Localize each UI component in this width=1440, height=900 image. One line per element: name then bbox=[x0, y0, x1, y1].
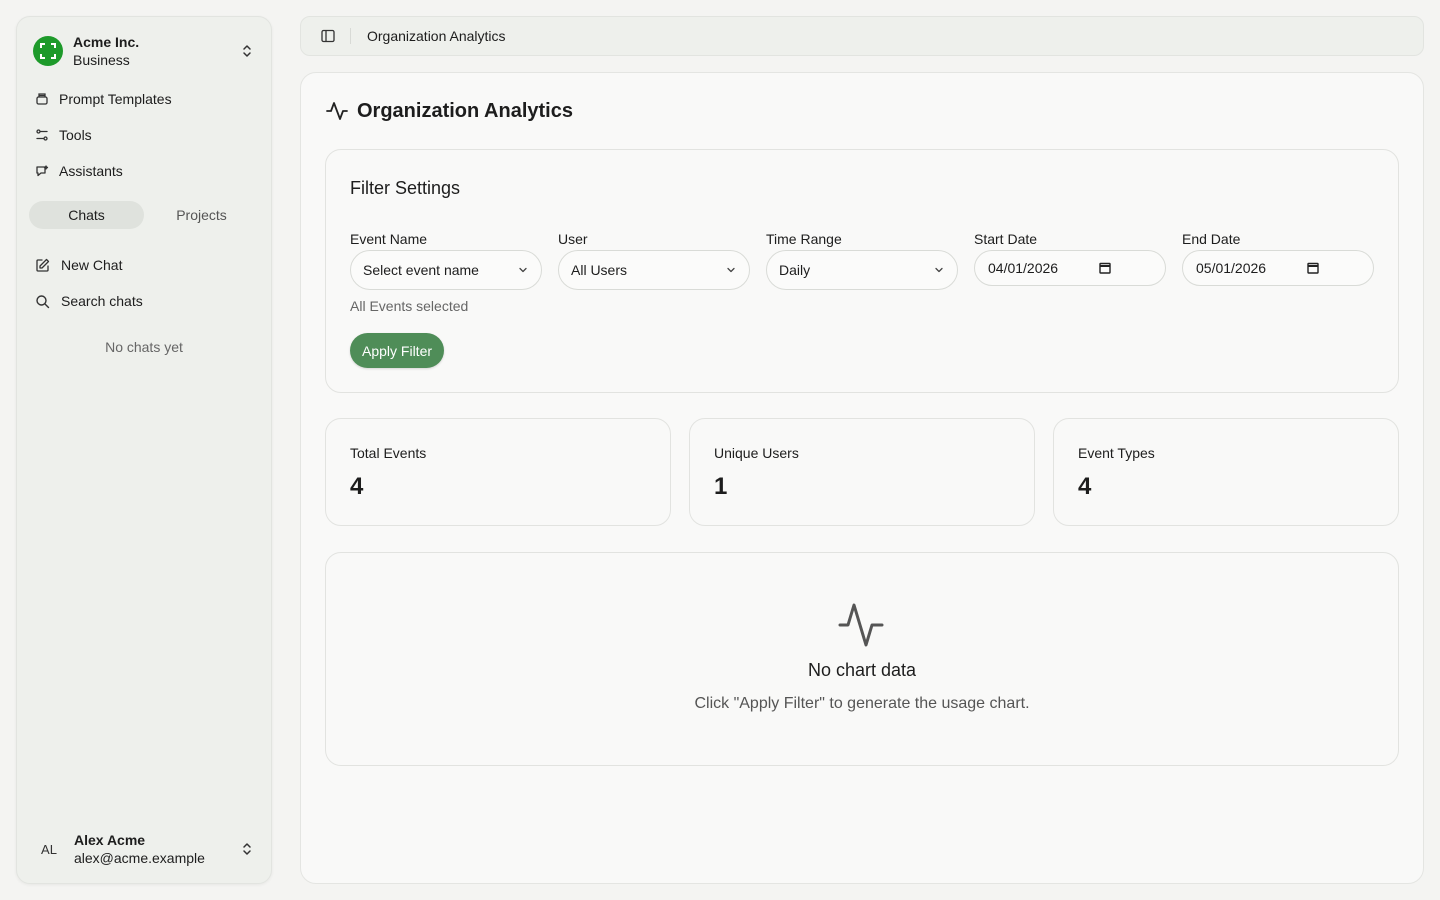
tools-icon bbox=[36, 129, 48, 141]
end-date-label: End Date bbox=[1182, 231, 1241, 247]
stat-label: Total Events bbox=[350, 445, 427, 461]
chart-empty-subtitle: Click "Apply Filter" to generate the usa… bbox=[694, 695, 1030, 712]
time-range-select[interactable]: Daily bbox=[766, 250, 958, 290]
chevron-down-icon bbox=[519, 267, 527, 273]
new-chat-label: New Chat bbox=[61, 257, 123, 273]
org-plan: Business bbox=[73, 52, 130, 68]
user-field: User All Users bbox=[558, 230, 750, 290]
end-date-input[interactable]: 05/01/2026 bbox=[1182, 250, 1374, 286]
page-header: Organization Analytics bbox=[325, 99, 573, 123]
page-title: Organization Analytics bbox=[357, 99, 573, 122]
usage-chart-card: No chart data Click "Apply Filter" to ge… bbox=[325, 552, 1399, 766]
event-name-field: Event Name Select event name bbox=[350, 230, 542, 290]
stat-card-event-types: Event Types 4 bbox=[1053, 418, 1399, 526]
event-name-select[interactable]: Select event name bbox=[350, 250, 542, 290]
search-chats-label: Search chats bbox=[61, 293, 143, 309]
sidebar-item-assistants[interactable]: Assistants bbox=[29, 153, 259, 189]
sidebar-panel-icon bbox=[321, 29, 335, 43]
prompt-template-icon bbox=[36, 93, 48, 105]
divider bbox=[350, 28, 351, 44]
apply-filter-button[interactable]: Apply Filter bbox=[350, 333, 445, 368]
event-name-value: Select event name bbox=[363, 262, 479, 278]
top-bar: Organization Analytics bbox=[300, 16, 1424, 56]
stat-label: Event Types bbox=[1078, 445, 1155, 461]
start-date-input[interactable]: 04/01/2026 bbox=[974, 250, 1166, 286]
chats-projects-toggle: Chats Projects bbox=[29, 201, 259, 229]
main-panel: Organization Analytics Filter Settings E… bbox=[300, 72, 1424, 884]
calendar-icon[interactable] bbox=[1098, 261, 1112, 275]
start-date-label: Start Date bbox=[974, 231, 1038, 247]
sidebar: Acme Inc. Business Prompt Templates Tool… bbox=[16, 16, 272, 884]
sidebar-nav: Prompt Templates Tools Assistants bbox=[29, 81, 259, 189]
user-name: Alex Acme bbox=[74, 832, 146, 848]
user-menu[interactable]: AL Alex Acme alex@acme.example bbox=[33, 829, 255, 869]
start-date-field: Start Date 04/01/2026 bbox=[974, 230, 1166, 286]
chevron-down-icon bbox=[727, 267, 735, 273]
new-chat-button[interactable]: New Chat bbox=[29, 247, 259, 283]
sidebar-item-label: Assistants bbox=[59, 163, 123, 179]
activity-icon bbox=[326, 102, 348, 120]
user-label: User bbox=[558, 231, 588, 247]
sidebar-item-label: Prompt Templates bbox=[59, 91, 172, 107]
chat-actions: New Chat Search chats bbox=[29, 247, 259, 319]
search-chats-button[interactable]: Search chats bbox=[29, 283, 259, 319]
calendar-icon[interactable] bbox=[1306, 261, 1320, 275]
stat-label: Unique Users bbox=[714, 445, 799, 461]
avatar: AL bbox=[41, 841, 57, 857]
start-date-value: 04/01/2026 bbox=[988, 260, 1059, 276]
time-range-value: Daily bbox=[779, 262, 811, 278]
search-icon bbox=[36, 294, 50, 308]
stat-value: 1 bbox=[714, 473, 728, 500]
assistant-icon bbox=[36, 165, 49, 177]
activity-icon bbox=[838, 603, 884, 647]
tab-chats[interactable]: Chats bbox=[29, 201, 144, 229]
org-name: Acme Inc. bbox=[73, 34, 140, 50]
breadcrumb: Organization Analytics bbox=[367, 28, 506, 44]
time-range-field: Time Range Daily bbox=[766, 230, 958, 290]
filter-settings-title: Filter Settings bbox=[350, 178, 461, 198]
filter-settings-card: Filter Settings Event Name Select event … bbox=[325, 149, 1399, 393]
user-email: alex@acme.example bbox=[74, 850, 205, 866]
sidebar-item-label: Tools bbox=[59, 127, 92, 143]
edit-icon bbox=[36, 258, 50, 272]
user-select[interactable]: All Users bbox=[558, 250, 750, 290]
org-switcher[interactable]: Acme Inc. Business bbox=[33, 33, 255, 69]
org-logo bbox=[33, 36, 63, 66]
stat-value: 4 bbox=[1078, 473, 1092, 500]
time-range-label: Time Range bbox=[766, 231, 842, 247]
stat-value: 4 bbox=[350, 473, 364, 500]
stat-card-unique-users: Unique Users 1 bbox=[689, 418, 1035, 526]
chart-empty-title: No chart data bbox=[807, 660, 917, 680]
event-name-label: Event Name bbox=[350, 231, 428, 247]
sidebar-toggle-button[interactable] bbox=[318, 26, 338, 46]
user-value: All Users bbox=[571, 262, 628, 278]
end-date-value: 05/01/2026 bbox=[1196, 260, 1267, 276]
tab-projects[interactable]: Projects bbox=[144, 201, 259, 229]
stat-card-total-events: Total Events 4 bbox=[325, 418, 671, 526]
events-selected-hint: All Events selected bbox=[350, 298, 469, 314]
chevron-up-down-icon bbox=[243, 843, 251, 855]
chevron-up-down-icon bbox=[243, 45, 251, 57]
end-date-field: End Date 05/01/2026 bbox=[1182, 230, 1374, 286]
chevron-down-icon bbox=[935, 267, 943, 273]
sidebar-item-tools[interactable]: Tools bbox=[29, 117, 259, 153]
sidebar-item-prompt-templates[interactable]: Prompt Templates bbox=[29, 81, 259, 117]
empty-chats-text: No chats yet bbox=[105, 339, 183, 355]
